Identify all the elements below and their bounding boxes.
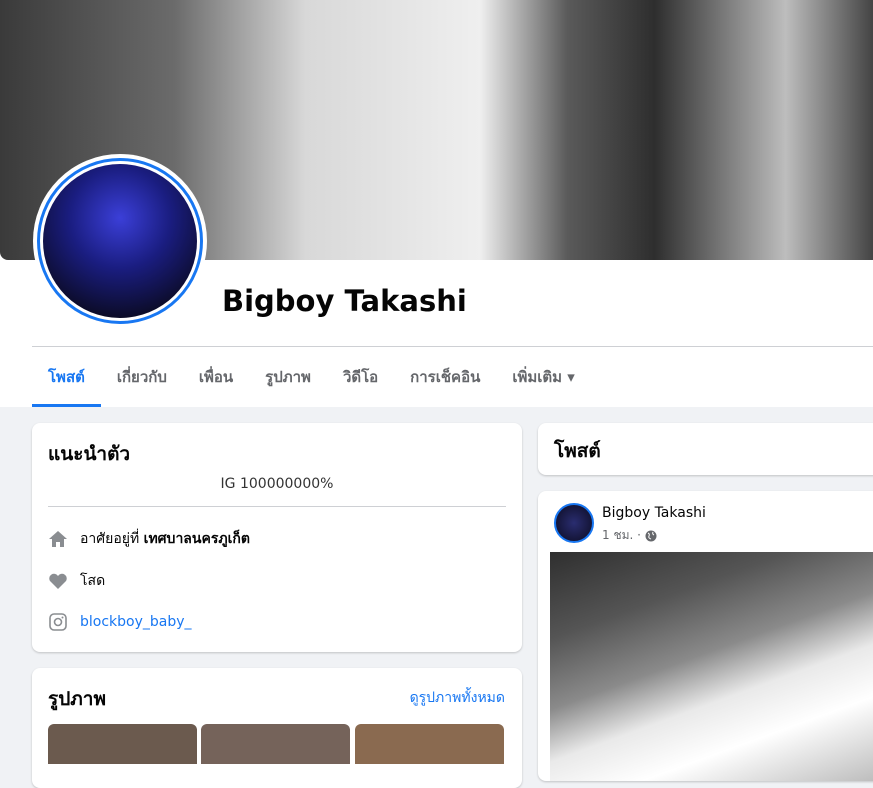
post-card: Bigboy Takashi 1 ชม. · [538, 491, 873, 781]
see-all-photos-link[interactable]: ดูรูปภาพทั้งหมด [410, 687, 505, 709]
divider [48, 506, 506, 507]
post-time[interactable]: 1 ชม. · [602, 526, 641, 545]
photos-title: รูปภาพ [48, 688, 106, 710]
divider [32, 346, 873, 347]
post-image[interactable] [550, 552, 873, 781]
post-author[interactable]: Bigboy Takashi [602, 505, 706, 521]
tab-checkins[interactable]: การเช็คอิน [394, 350, 496, 407]
profile-avatar[interactable] [33, 154, 207, 328]
tab-posts[interactable]: โพสต์ [32, 350, 101, 407]
profile-tabs: โพสต์ เกี่ยวกับ เพื่อน รูปภาพ วิดีโอ การ… [32, 350, 591, 407]
profile-header: Bigboy Takashi โพสต์ เกี่ยวกับ เพื่อน รู… [0, 0, 873, 407]
intro-instagram: blockboy_baby_ [48, 612, 192, 632]
tab-more[interactable]: เพิ่มเติม ▾ [496, 350, 590, 407]
profile-name: Bigboy Takashi [222, 284, 467, 318]
intro-bio: IG 100000000% [220, 476, 334, 492]
tab-videos[interactable]: วิดีโอ [327, 350, 394, 407]
instagram-link[interactable]: blockboy_baby_ [80, 614, 192, 630]
posts-header-card: โพสต์ [538, 423, 873, 475]
photo-thumb[interactable] [201, 724, 350, 764]
tab-friends[interactable]: เพื่อน [183, 350, 249, 407]
instagram-icon [49, 613, 67, 631]
home-icon [49, 531, 67, 547]
globe-icon [645, 530, 657, 541]
intro-lives: อาศัยอยู่ที่ เทศบาลนครภูเก็ต [48, 528, 250, 550]
intro-title: แนะนำตัว [48, 443, 131, 465]
intro-place[interactable]: เทศบาลนครภูเก็ต [144, 528, 250, 550]
photo-thumb[interactable] [48, 724, 197, 764]
tab-photos[interactable]: รูปภาพ [249, 350, 327, 407]
heart-icon [49, 573, 67, 589]
photo-thumb[interactable] [355, 724, 504, 764]
tab-about[interactable]: เกี่ยวกับ [101, 350, 183, 407]
posts-title: โพสต์ [554, 440, 601, 462]
post-author-avatar[interactable] [554, 503, 594, 543]
intro-relationship: โสด [48, 570, 105, 592]
intro-card: แนะนำตัว IG 100000000% อาศัยอยู่ที่ เทศบ… [32, 423, 522, 652]
photos-card: รูปภาพ ดูรูปภาพทั้งหมด [32, 668, 522, 788]
